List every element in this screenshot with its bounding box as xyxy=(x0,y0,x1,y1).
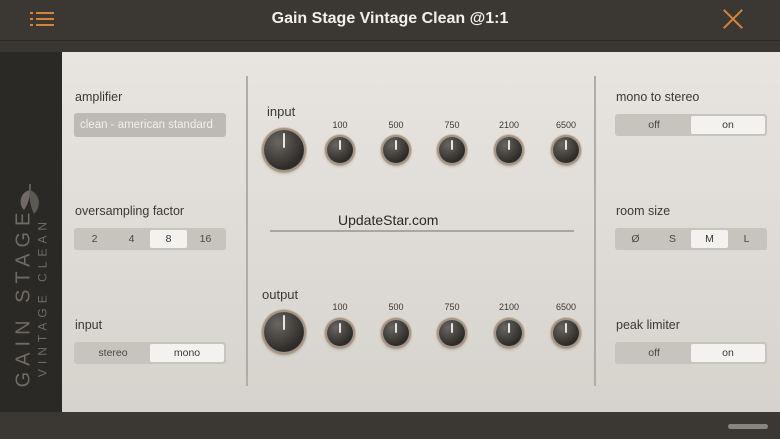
amplifier-label: amplifier xyxy=(75,90,123,104)
input-band-knob[interactable] xyxy=(496,137,522,163)
right-divider xyxy=(594,76,596,386)
mono-to-stereo-toggle: off on xyxy=(615,114,767,136)
center-divider xyxy=(270,230,574,232)
output-gain-knob[interactable] xyxy=(264,312,304,352)
input-band-knob[interactable] xyxy=(553,137,579,163)
output-band-label: 750 xyxy=(444,302,460,312)
plugin-spine: GAIN STAGE VINTAGE CLEAN xyxy=(0,52,62,412)
mono-to-stereo-option-selected[interactable]: on xyxy=(691,116,765,134)
output-band-label: 2100 xyxy=(498,302,520,312)
input-band-label: 6500 xyxy=(555,120,577,130)
oversampling-option[interactable]: 16 xyxy=(187,230,224,248)
input-mode-label: input xyxy=(75,318,103,332)
room-size-option-selected[interactable]: M xyxy=(691,230,728,248)
brand-line-2: VINTAGE CLEAN xyxy=(35,216,50,378)
mono-to-stereo-option[interactable]: off xyxy=(617,116,691,134)
top-bar: Gain Stage Vintage Clean @1:1 xyxy=(0,0,780,41)
peak-limiter-option[interactable]: off xyxy=(617,344,691,362)
output-band-label: 500 xyxy=(388,302,404,312)
input-band-knob[interactable] xyxy=(383,137,409,163)
oversampling-option[interactable]: 4 xyxy=(113,230,150,248)
room-size-option[interactable]: L xyxy=(728,230,765,248)
input-mode-option[interactable]: stereo xyxy=(76,344,150,362)
input-section-label: input xyxy=(267,104,296,119)
input-band-label: 750 xyxy=(444,120,460,130)
amplifier-dropdown[interactable]: clean - american standard xyxy=(74,113,226,137)
watermark-text: UpdateStar.com xyxy=(338,212,439,228)
room-size-option[interactable]: Ø xyxy=(617,230,654,248)
peak-limiter-option-selected[interactable]: on xyxy=(691,344,765,362)
input-band-knob[interactable] xyxy=(439,137,465,163)
output-band-knob[interactable] xyxy=(439,320,465,346)
left-divider xyxy=(246,76,248,386)
bottom-bar xyxy=(0,412,780,439)
input-band-label: 2100 xyxy=(498,120,520,130)
peak-limiter-label: peak limiter xyxy=(616,318,680,332)
output-band-knob[interactable] xyxy=(553,320,579,346)
room-size-label: room size xyxy=(616,204,671,218)
output-section-label: output xyxy=(262,287,299,302)
oversampling-label: oversampling factor xyxy=(75,204,185,218)
room-size-selector: Ø S M L xyxy=(615,228,767,250)
brand-vertical-text: GAIN STAGE VINTAGE CLEAN xyxy=(13,207,50,388)
input-band-knob[interactable] xyxy=(327,137,353,163)
output-band-knob[interactable] xyxy=(496,320,522,346)
output-band-label: 6500 xyxy=(555,302,577,312)
input-gain-knob[interactable] xyxy=(264,130,304,170)
mono-to-stereo-label: mono to stereo xyxy=(616,90,700,104)
resize-handle[interactable] xyxy=(728,424,768,429)
output-band-knob[interactable] xyxy=(383,320,409,346)
oversampling-selector: 2 4 8 16 xyxy=(74,228,226,250)
peak-limiter-toggle: off on xyxy=(615,342,767,364)
page-title: Gain Stage Vintage Clean @1:1 xyxy=(271,10,509,27)
output-band-label: 100 xyxy=(332,302,348,312)
room-size-option[interactable]: S xyxy=(654,230,691,248)
input-mode-selector: stereo mono xyxy=(74,342,226,364)
oversampling-option-selected[interactable]: 8 xyxy=(150,230,187,248)
input-band-label: 500 xyxy=(388,120,404,130)
close-icon[interactable] xyxy=(722,8,744,30)
brand-line-1: GAIN STAGE xyxy=(12,206,35,388)
input-mode-option-selected[interactable]: mono xyxy=(150,344,224,362)
oversampling-option[interactable]: 2 xyxy=(76,230,113,248)
input-band-label: 100 xyxy=(332,120,348,130)
output-band-knob[interactable] xyxy=(327,320,353,346)
